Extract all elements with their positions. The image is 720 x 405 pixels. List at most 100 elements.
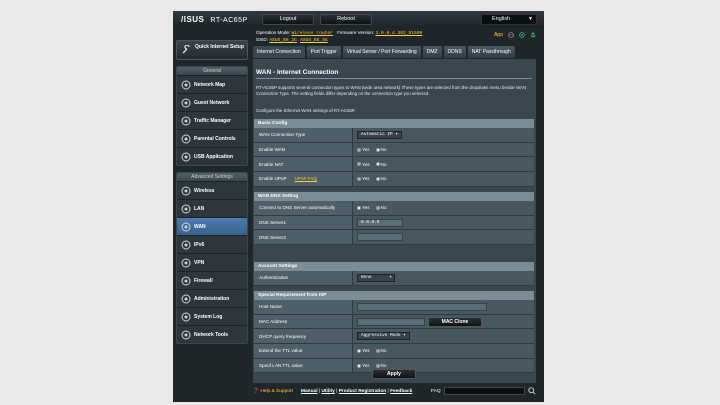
- tab-bar: Internet Connection Port Trigger Virtual…: [253, 46, 515, 58]
- quick-internet-setup-label: Quick Internet Setup: [195, 44, 244, 50]
- main-panel: WAN - Internet Connection RT-AC65P suppo…: [253, 59, 536, 383]
- enable-nat-no-radio[interactable]: No: [375, 162, 386, 167]
- auto-dns-yes-radio[interactable]: Yes: [357, 205, 370, 210]
- enable-upnp-row: Enable UPnP UPnP FAQ Yes No: [254, 172, 534, 187]
- sidebar-item-system-log[interactable]: System Log: [177, 307, 247, 325]
- tab-port-trigger[interactable]: Port Trigger: [306, 46, 341, 58]
- mac-address-row: MAC Address MAC Clone: [254, 314, 534, 330]
- mac-clone-button[interactable]: MAC Clone: [428, 316, 482, 327]
- sidebar-item-label: USB Application: [194, 154, 233, 160]
- extend-ttl-yes-radio[interactable]: Yes: [357, 348, 370, 353]
- mac-address-label: MAC Address: [254, 314, 353, 329]
- reboot-button[interactable]: Reboot: [320, 14, 372, 25]
- firewall-icon: [181, 276, 191, 286]
- sidebar-item-wireless[interactable]: Wireless: [177, 181, 247, 199]
- sidebar-item-network-map[interactable]: Network Map: [177, 75, 247, 93]
- language-select[interactable]: English ▼: [481, 14, 537, 25]
- enable-nat-yes-radio[interactable]: Yes: [357, 162, 370, 167]
- dns-server2-input[interactable]: [357, 233, 403, 242]
- sidebar-item-administration[interactable]: Administration: [177, 289, 247, 307]
- sidebar-item-traffic-manager[interactable]: Traffic Manager: [177, 111, 247, 129]
- host-name-input[interactable]: [357, 302, 487, 311]
- administration-icon: [181, 294, 191, 304]
- tab-virtual-server[interactable]: Virtual Server / Port Forwarding: [342, 46, 421, 58]
- wan-connection-type-select[interactable]: Automatic IP ▾: [357, 130, 402, 139]
- ssid-row: SSID: ASUS_B8_2G ASUS_B8_5G: [256, 37, 328, 43]
- top-bar: /ISUS RT-AC65P Logout Reboot English ▼: [173, 11, 544, 28]
- dhcp-query-row: DHCP query frequency Aggressive Mode ▾: [254, 329, 534, 345]
- manual-link[interactable]: Manual: [301, 389, 318, 394]
- sidebar-item-guest-network[interactable]: Guest Network: [177, 93, 247, 111]
- sidebar-item-usb-application[interactable]: USB Application: [177, 147, 247, 165]
- yes-label: Yes: [362, 205, 370, 211]
- dns-server1-row: DNS Server1 8.8.8.8: [254, 215, 534, 231]
- lan-icon: [181, 204, 191, 214]
- apply-button[interactable]: Apply: [372, 369, 416, 379]
- mac-address-input[interactable]: [357, 317, 425, 326]
- sidebar-item-label: Traffic Manager: [194, 118, 231, 124]
- operation-mode-link[interactable]: Wireless router: [292, 31, 333, 36]
- wrench-icon: [182, 45, 190, 54]
- host-name-label: Host Name: [254, 300, 353, 314]
- sidebar-item-firewall[interactable]: Firewall: [177, 271, 247, 289]
- faq-search-input[interactable]: [444, 387, 525, 395]
- dns-server2-row: DNS Server2: [254, 230, 534, 246]
- sidebar-item-label: IPv6: [194, 242, 205, 248]
- enable-wan-label: Enable WAN: [254, 142, 353, 157]
- dhcp-query-select[interactable]: Aggressive Mode ▾: [357, 332, 410, 341]
- search-icon[interactable]: [528, 387, 536, 395]
- dns-server1-input[interactable]: 8.8.8.8: [357, 218, 403, 227]
- sidebar-item-wan[interactable]: WAN: [177, 217, 247, 235]
- authentication-row: Authentication None ▾: [254, 271, 534, 286]
- yes-label: Yes: [362, 176, 370, 182]
- extend-ttl-no-radio[interactable]: No: [375, 348, 386, 353]
- ssid-2g-link[interactable]: ASUS_B8_2G: [269, 38, 297, 43]
- utility-link[interactable]: Utility: [321, 389, 334, 394]
- sidebar-item-network-tools[interactable]: Network Tools: [177, 325, 247, 343]
- auto-dns-no-radio[interactable]: No: [375, 205, 386, 210]
- enable-wan-no-radio[interactable]: No: [375, 147, 386, 152]
- sidebar-item-label: Guest Network: [194, 100, 230, 106]
- ssid-5g-link[interactable]: ASUS_B8_5G: [300, 38, 328, 43]
- basic-config-group: Basic Config WAN Connection Type Automat…: [254, 119, 534, 187]
- tab-nat-passthrough[interactable]: NAT Passthrough: [467, 46, 515, 58]
- spoof-ttl-label: Spoof LAN TTL value: [254, 358, 353, 373]
- logout-button[interactable]: Logout: [262, 14, 314, 25]
- usb-icon: [181, 152, 191, 162]
- configure-text: Configure the Ethernet WAN settings of R…: [256, 108, 356, 113]
- extend-ttl-row: Extend the TTL value Yes No: [254, 344, 534, 359]
- tab-internet-connection[interactable]: Internet Connection: [253, 46, 305, 58]
- internet-status-icon[interactable]: [519, 32, 525, 38]
- parental-controls-icon: [181, 134, 191, 144]
- enable-upnp-yes-radio[interactable]: Yes: [357, 176, 370, 181]
- enable-upnp-no-radio[interactable]: No: [375, 176, 386, 181]
- sidebar-item-label: Firewall: [194, 278, 213, 284]
- feedback-link[interactable]: Feedback: [390, 389, 412, 394]
- network-map-icon: [181, 80, 191, 90]
- product-registration-link[interactable]: Product Registration: [339, 389, 386, 394]
- wan-connection-type-value: Automatic IP: [361, 131, 393, 137]
- usb-status-icon[interactable]: [530, 32, 536, 38]
- yes-label: Yes: [362, 147, 370, 153]
- wan-connection-type-label: WAN Connection Type: [254, 128, 353, 142]
- app-link[interactable]: App: [494, 32, 503, 38]
- sidebar-item-vpn[interactable]: VPN: [177, 253, 247, 271]
- tab-ddns[interactable]: DDNS: [443, 46, 466, 58]
- ssid-label: SSID:: [256, 37, 268, 42]
- sidebar-item-ipv6[interactable]: IPv6: [177, 235, 247, 253]
- sidebar-item-lan[interactable]: LAN: [177, 199, 247, 217]
- authentication-value: None: [361, 274, 372, 280]
- enable-wan-yes-radio[interactable]: Yes: [357, 147, 370, 152]
- authentication-select[interactable]: None ▾: [357, 273, 395, 282]
- sidebar-item-label: Wireless: [194, 188, 215, 194]
- host-name-row: Host Name: [254, 300, 534, 315]
- sidebar-item-parental-controls[interactable]: Parental Controls: [177, 129, 247, 147]
- spoof-ttl-yes-radio[interactable]: Yes: [357, 363, 370, 368]
- firmware-link[interactable]: 3.0.0.4.382_51599: [375, 31, 422, 36]
- tab-dmz[interactable]: DMZ: [422, 46, 442, 58]
- spoof-ttl-no-radio[interactable]: No: [375, 363, 386, 368]
- quick-internet-setup-button[interactable]: Quick Internet Setup: [176, 40, 248, 60]
- page-description: RT-AC65P supports several connection typ…: [256, 85, 527, 96]
- globe-icon[interactable]: [508, 32, 514, 38]
- upnp-faq-link[interactable]: UPnP FAQ: [295, 176, 317, 181]
